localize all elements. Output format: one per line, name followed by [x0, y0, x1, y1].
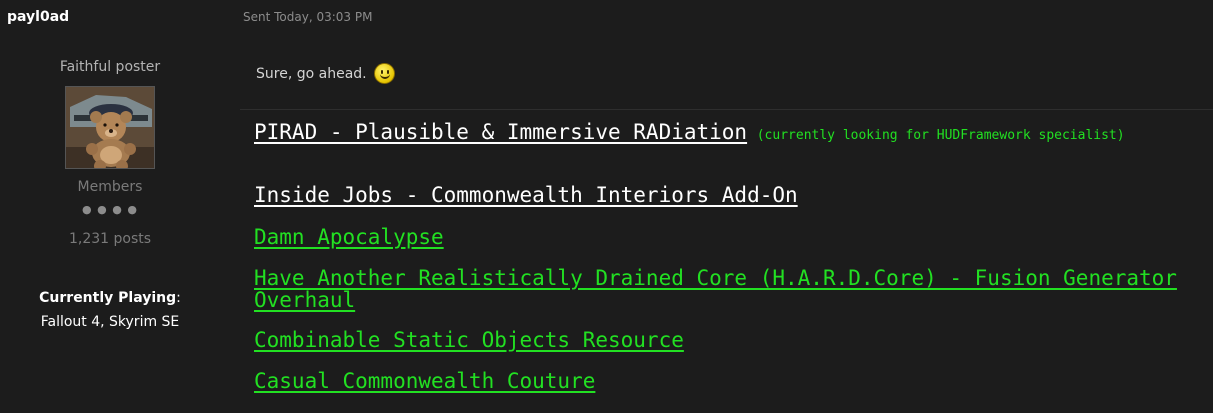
avatar[interactable] [65, 86, 155, 169]
post-count: 1,231 posts [68, 231, 152, 247]
member-group: Members [77, 179, 143, 195]
signature-divider [240, 109, 1213, 110]
message-text: Sure, go ahead. [256, 65, 367, 82]
currently-playing-heading: Currently Playing [39, 290, 177, 306]
forum-post: payl0ad Faithful poster Members ● ● ● ● … [0, 0, 1213, 413]
currently-playing-value: Fallout 4, Skyrim SE [40, 314, 180, 330]
post-content: Sent Today, 03:03 PM Sure, go ahead. PIR… [240, 0, 1213, 413]
signature-item: Inside Jobs - Commonwealth Interiors Add… [254, 185, 798, 206]
signature-link-static-objects[interactable]: Combinable Static Objects Resource [254, 328, 684, 352]
author-name[interactable]: payl0ad [7, 9, 69, 25]
signature-link-hard-core[interactable]: Have Another Realistically Drained Core … [254, 266, 1177, 312]
message-body: Sure, go ahead. [256, 63, 395, 84]
signature-item: Combinable Static Objects Resource [254, 330, 684, 351]
author-panel: payl0ad Faithful poster Members ● ● ● ● … [0, 0, 240, 413]
signature-item: PIRAD - Plausible & Immersive RADiation … [254, 122, 1194, 146]
currently-playing-label: Currently Playing: [0, 290, 220, 306]
signature-item: Casual Commonwealth Couture [254, 371, 595, 392]
smiley-icon [373, 63, 395, 84]
author-title: Faithful poster [59, 59, 161, 75]
signature-link-couture[interactable]: Casual Commonwealth Couture [254, 369, 595, 393]
signature-item: Have Another Realistically Drained Core … [254, 268, 1194, 312]
sent-timestamp: Sent Today, 03:03 PM [243, 10, 373, 24]
currently-playing-colon: : [176, 290, 181, 306]
signature-note: (currently looking for HUDFramework spec… [756, 128, 1125, 143]
rank-pips: ● ● ● ● [82, 203, 138, 216]
signature-link-inside-jobs[interactable]: Inside Jobs - Commonwealth Interiors Add… [254, 183, 798, 207]
signature-item: Damn Apocalypse [254, 227, 444, 248]
teddy-bear-avatar [66, 87, 154, 168]
signature-link-pirad[interactable]: PIRAD - Plausible & Immersive RADiation [254, 120, 747, 144]
signature-link-damn-apocalypse[interactable]: Damn Apocalypse [254, 225, 444, 249]
